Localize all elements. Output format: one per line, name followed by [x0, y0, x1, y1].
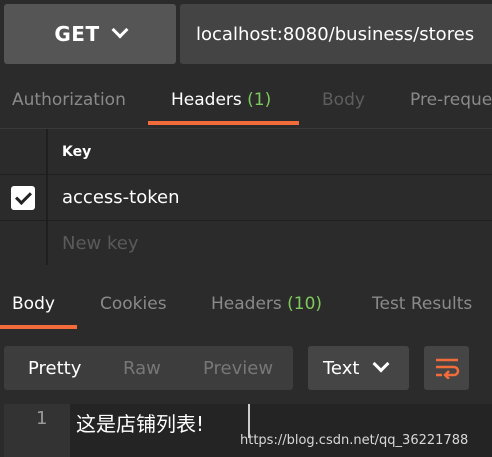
tab-label: Body	[322, 90, 365, 110]
wrap-lines-icon	[435, 358, 459, 379]
wrap-lines-button[interactable]	[424, 346, 469, 390]
tab-label: Cookies	[100, 294, 167, 314]
tab-count-badge: (1)	[247, 90, 272, 110]
tab-headers[interactable]: Headers (1)	[171, 90, 271, 110]
headers-table: Key access-token New key	[0, 128, 492, 265]
response-line-text: 这是店铺列表!	[76, 412, 205, 436]
new-key-placeholder: New key	[62, 232, 139, 254]
chevron-down-icon	[111, 21, 129, 39]
tab-label: Headers	[171, 90, 242, 110]
table-row: access-token	[0, 175, 492, 221]
tab-label: Body	[12, 294, 55, 314]
tab-label: Headers	[211, 294, 282, 314]
line-gutter: 1	[4, 404, 70, 457]
method-select[interactable]: GET	[4, 4, 176, 64]
line-number: 1	[36, 408, 48, 429]
table-header-row: Key	[0, 129, 492, 175]
tab-pre-request[interactable]: Pre-reque	[410, 90, 492, 110]
tab-label: Test Results	[372, 294, 473, 314]
chevron-down-icon	[372, 355, 390, 373]
tab-response-headers[interactable]: Headers (10)	[211, 294, 322, 314]
key-cell[interactable]: access-token	[50, 175, 492, 220]
tab-label: Pre-reque	[410, 90, 492, 110]
url-text: localhost:8080/business/stores	[196, 23, 475, 45]
tab-authorization[interactable]: Authorization	[12, 90, 126, 110]
key-value: access-token	[62, 187, 180, 208]
tab-body[interactable]: Body	[322, 90, 365, 110]
active-tab-indicator	[148, 121, 299, 125]
checkmark-icon[interactable]	[11, 185, 35, 210]
tab-label: Authorization	[12, 90, 126, 110]
format-label: Text	[323, 357, 360, 379]
view-preview-button[interactable]: Preview	[203, 358, 273, 379]
url-input[interactable]: localhost:8080/business/stores	[180, 4, 492, 64]
request-tabs: Authorization Headers (1) Body Pre-reque	[0, 72, 492, 128]
new-key-input[interactable]: New key	[50, 221, 492, 265]
key-column-label: Key	[62, 143, 92, 160]
header-check-cell	[0, 129, 48, 174]
tab-count-badge: (10)	[287, 294, 323, 314]
row-check-cell	[0, 175, 48, 220]
key-column-header: Key	[50, 129, 492, 174]
format-select[interactable]: Text	[308, 346, 409, 390]
method-label: GET	[54, 22, 100, 46]
active-tab-indicator	[0, 325, 77, 329]
view-mode-group: Pretty Raw Preview	[4, 346, 293, 390]
request-bar: GET localhost:8080/business/stores	[0, 0, 492, 68]
tab-response-body[interactable]: Body	[12, 294, 55, 314]
view-raw-button[interactable]: Raw	[123, 358, 161, 379]
view-pretty-button[interactable]: Pretty	[28, 358, 81, 379]
watermark-text: https://blog.csdn.net/qq_36221788	[240, 433, 469, 448]
tab-cookies[interactable]: Cookies	[100, 294, 167, 314]
response-toolbar: Pretty Raw Preview Text	[0, 338, 492, 398]
response-body-editor[interactable]: 1 这是店铺列表! https://blog.csdn.net/qq_36221…	[4, 404, 492, 457]
row-check-cell	[0, 221, 48, 265]
response-tabs: Body Cookies Headers (10) Test Results	[0, 276, 492, 332]
new-key-row: New key	[0, 221, 492, 265]
tab-test-results[interactable]: Test Results	[372, 294, 472, 314]
